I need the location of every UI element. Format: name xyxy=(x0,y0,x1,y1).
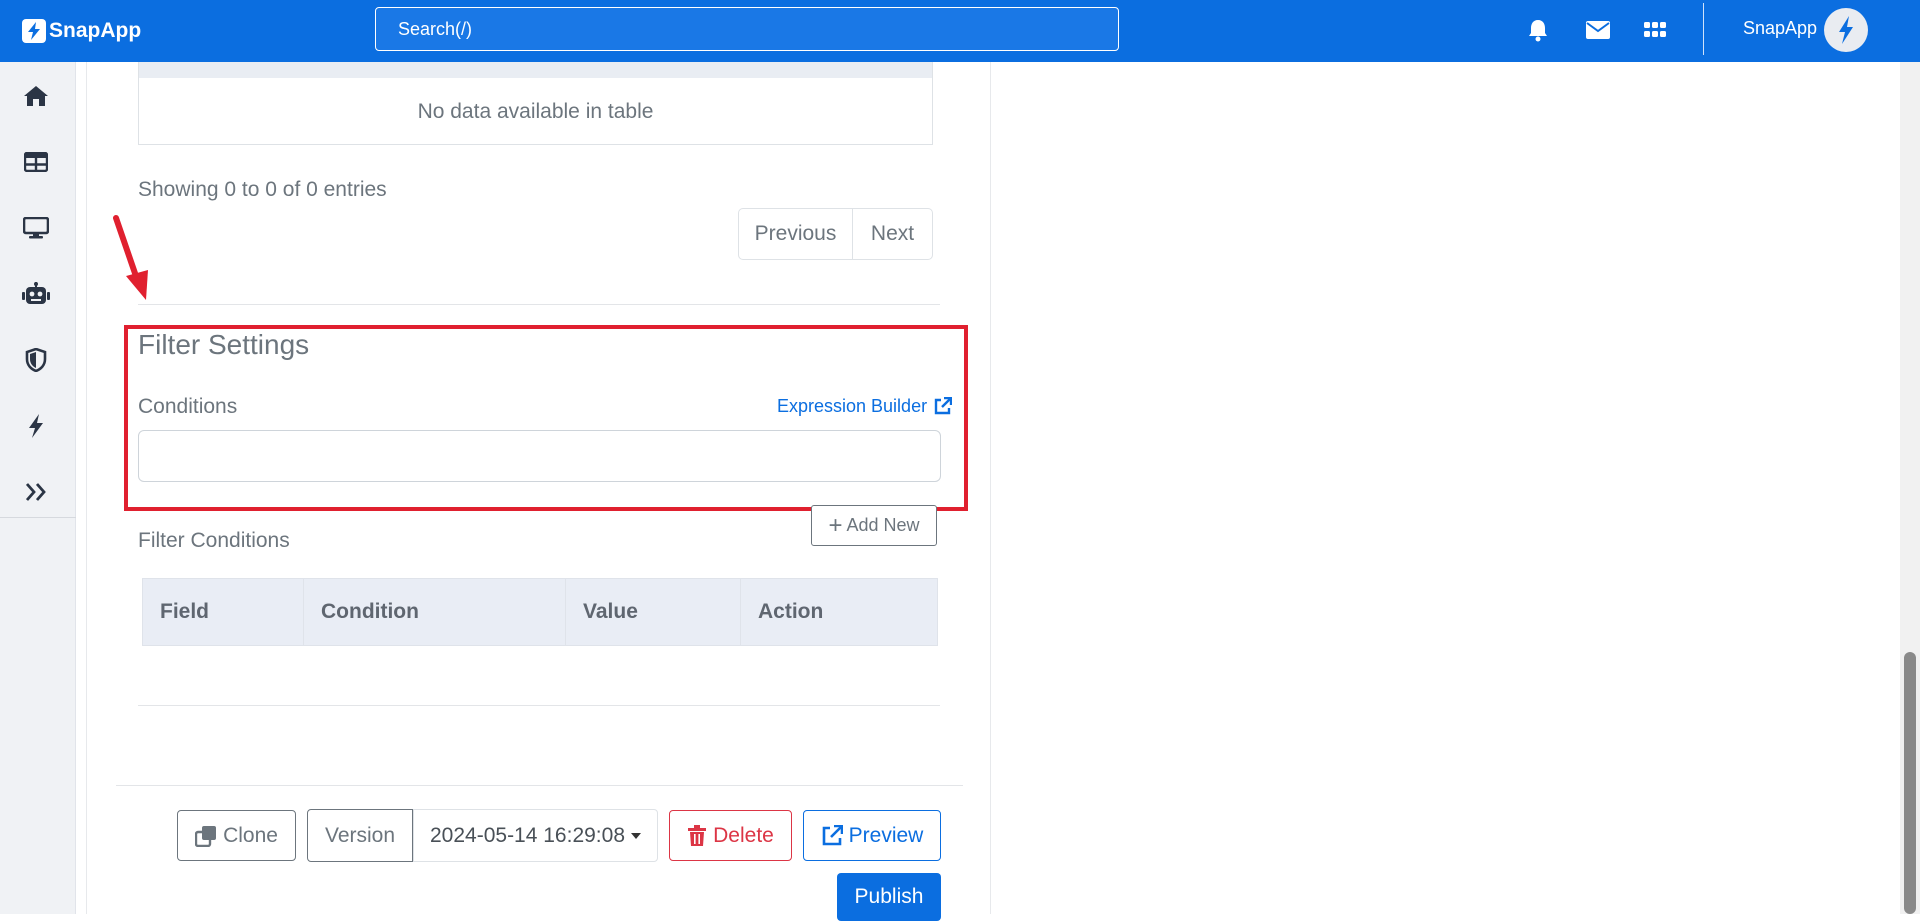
external-link-icon xyxy=(934,397,953,415)
preview-panel xyxy=(992,62,1900,914)
monitor-icon[interactable] xyxy=(20,212,52,244)
version-select[interactable]: 2024-05-14 16:29:08 xyxy=(413,809,658,862)
table-header-strip xyxy=(139,62,932,78)
scrollbar-thumb[interactable] xyxy=(1904,652,1916,914)
column-header-action[interactable]: Action xyxy=(741,579,937,645)
footer-divider xyxy=(116,785,963,786)
divider xyxy=(138,304,940,305)
mail-icon[interactable] xyxy=(1584,16,1612,44)
annotation-arrow-icon xyxy=(113,215,148,300)
shield-icon[interactable] xyxy=(20,344,52,376)
filter-settings-title: Filter Settings xyxy=(138,329,310,360)
search-input[interactable]: Search(/) xyxy=(375,7,1119,51)
preview-label: Preview xyxy=(848,823,924,847)
column-header-condition[interactable]: Condition xyxy=(304,579,566,645)
sidebar xyxy=(0,62,76,914)
preview-button[interactable]: Preview xyxy=(803,810,941,861)
brand-name: SnapApp xyxy=(49,19,142,42)
filter-conditions-label: Filter Conditions xyxy=(138,529,290,552)
bolt-icon[interactable] xyxy=(20,410,52,442)
version-value: 2024-05-14 16:29:08 xyxy=(430,823,625,847)
trash-icon xyxy=(688,824,707,846)
clone-button[interactable]: Clone xyxy=(177,810,296,861)
expression-builder-label: Expression Builder xyxy=(777,396,928,416)
user-name[interactable]: SnapApp xyxy=(1743,18,1817,39)
home-icon[interactable] xyxy=(20,80,52,112)
add-new-button[interactable]: + Add New xyxy=(811,505,937,546)
avatar[interactable] xyxy=(1824,8,1868,52)
bell-icon[interactable] xyxy=(1524,16,1552,44)
pagination: Previous Next xyxy=(738,208,933,260)
column-header-value[interactable]: Value xyxy=(566,579,741,645)
expand-icon[interactable] xyxy=(20,476,52,508)
expression-builder-link[interactable]: Expression Builder xyxy=(777,396,953,417)
divider xyxy=(138,705,940,706)
caret-down-icon xyxy=(631,832,641,839)
previous-button[interactable]: Previous xyxy=(739,209,853,259)
search-placeholder: Search(/) xyxy=(398,19,473,39)
conditions-input[interactable] xyxy=(138,430,941,482)
clone-label: Clone xyxy=(223,823,278,847)
publish-label: Publish xyxy=(854,885,924,908)
robot-icon[interactable] xyxy=(20,278,52,310)
showing-entries: Showing 0 to 0 of 0 entries xyxy=(138,178,387,201)
top-divider xyxy=(1703,3,1704,55)
delete-label: Delete xyxy=(713,823,774,847)
add-new-label: Add New xyxy=(846,515,920,535)
snapapp-logo-icon xyxy=(22,19,46,43)
next-button[interactable]: Next xyxy=(853,209,932,259)
brand-logo[interactable]: SnapApp xyxy=(22,16,141,46)
plus-icon: + xyxy=(828,511,843,539)
clone-icon xyxy=(195,825,217,847)
filter-conditions-table: Field Condition Value Action xyxy=(142,578,938,646)
conditions-label: Conditions xyxy=(138,395,238,418)
grid-icon[interactable] xyxy=(1641,16,1669,44)
page-scrollbar[interactable] xyxy=(1900,62,1920,914)
external-link-icon xyxy=(822,824,843,845)
bolt-avatar-icon xyxy=(1839,16,1853,44)
table-icon[interactable] xyxy=(20,146,52,178)
sidebar-divider xyxy=(0,517,76,518)
version-button[interactable]: Version xyxy=(307,809,413,862)
version-label: Version xyxy=(324,823,396,847)
results-table: No data available in table xyxy=(138,62,933,145)
top-bar: SnapApp Search(/) SnapApp xyxy=(0,0,1920,62)
column-header-field[interactable]: Field xyxy=(143,579,304,645)
empty-table-message: No data available in table xyxy=(417,100,654,123)
delete-button[interactable]: Delete xyxy=(669,810,792,861)
